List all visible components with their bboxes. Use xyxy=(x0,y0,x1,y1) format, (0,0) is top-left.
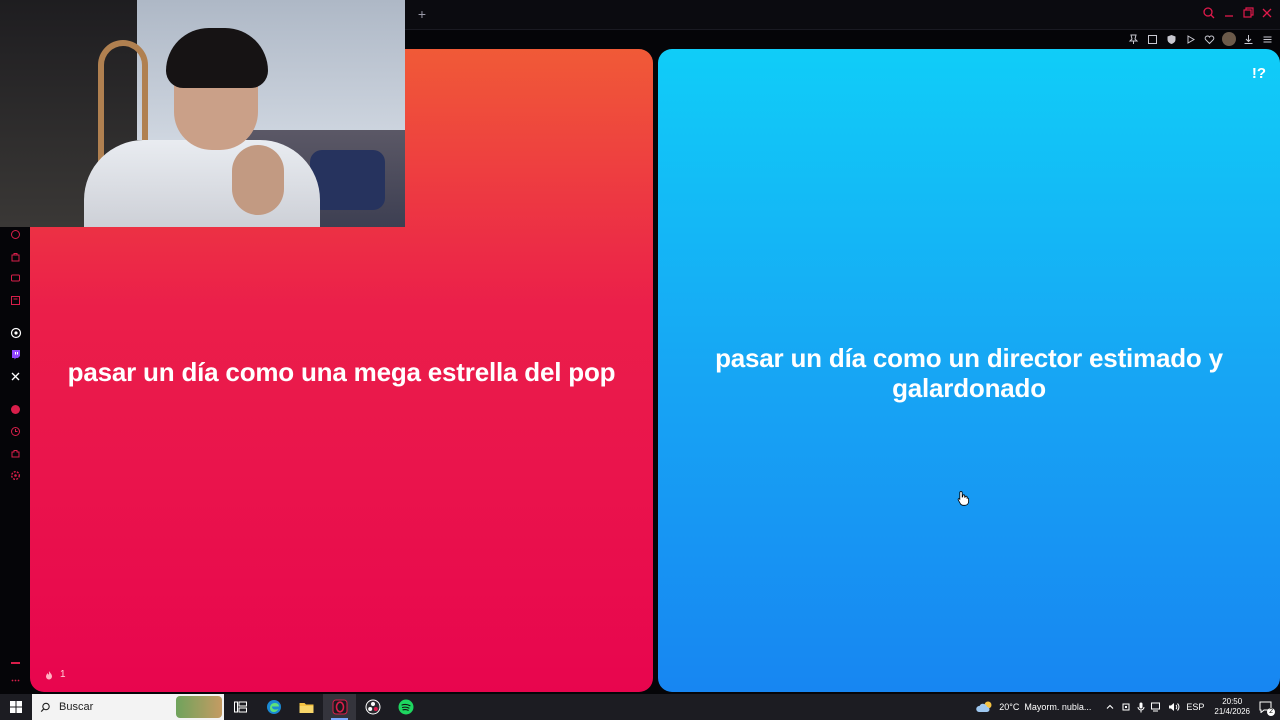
browser-sidebar xyxy=(0,226,30,694)
more-icon[interactable] xyxy=(9,674,22,687)
profile-avatar[interactable] xyxy=(1222,32,1236,46)
menu-icon[interactable] xyxy=(1261,33,1274,46)
shop-icon[interactable] xyxy=(9,250,22,263)
weather-description: Mayorm. nubla... xyxy=(1024,702,1092,712)
flame-icon xyxy=(46,670,52,679)
file-explorer-button[interactable] xyxy=(290,694,323,720)
system-tray: 20°C Mayorm. nubla... ESP 20:50 21/4/202… xyxy=(976,694,1280,720)
network-adapter-icon[interactable] xyxy=(1121,702,1131,712)
extensions-icon[interactable] xyxy=(9,447,22,460)
download-icon[interactable] xyxy=(1242,33,1255,46)
close-icon[interactable] xyxy=(1260,6,1276,22)
likes-count: 1 xyxy=(60,669,66,680)
task-view-icon xyxy=(234,701,247,713)
news-icon[interactable] xyxy=(9,294,22,307)
brand-logo: !? xyxy=(1251,65,1266,82)
opera-gx-icon xyxy=(332,699,347,715)
input-language[interactable]: ESP xyxy=(1186,702,1204,712)
play-icon[interactable] xyxy=(1184,33,1197,46)
option-right-text[interactable]: pasar un día como un director estimado y… xyxy=(658,343,1280,403)
edge-icon xyxy=(266,700,281,714)
windows-taskbar: 20°C Mayorm. nubla... ESP 20:50 21/4/202… xyxy=(0,694,1280,720)
task-view-button[interactable] xyxy=(224,694,257,720)
screenshot-icon[interactable] xyxy=(1146,33,1159,46)
search-icon xyxy=(40,702,50,712)
x-twitter-icon[interactable] xyxy=(9,370,22,383)
shield-icon[interactable] xyxy=(1165,33,1178,46)
screen: + pasar un día como una mega estrella de… xyxy=(0,0,1280,720)
edge-app-button[interactable] xyxy=(257,694,290,720)
settings-icon[interactable] xyxy=(9,469,22,482)
weather-temperature: 20°C xyxy=(999,702,1020,712)
webcam-bag xyxy=(310,150,385,210)
notification-center-button[interactable]: 2 xyxy=(1256,698,1275,716)
chevron-up-icon[interactable] xyxy=(1105,702,1115,712)
gx-logo-icon[interactable] xyxy=(9,656,22,669)
obs-icon xyxy=(365,699,380,715)
hand-cursor-icon xyxy=(957,491,969,506)
spotify-icon xyxy=(398,699,413,715)
taskbar-search-box[interactable] xyxy=(32,694,224,720)
webcam-overlay xyxy=(0,0,405,227)
opera-gx-app-button[interactable] xyxy=(323,694,356,720)
microphone-icon[interactable] xyxy=(1137,702,1145,713)
notification-count: 2 xyxy=(1267,708,1275,716)
restore-icon[interactable] xyxy=(1241,6,1257,22)
music-icon[interactable] xyxy=(9,403,22,416)
volume-icon[interactable] xyxy=(1168,702,1180,712)
browser-toolbar xyxy=(1127,30,1280,48)
speed-dial-icon[interactable] xyxy=(9,228,22,241)
search-icon[interactable] xyxy=(1202,6,1218,22)
spotify-app-button[interactable] xyxy=(389,694,422,720)
start-button[interactable] xyxy=(0,694,32,720)
clock-date: 21/4/2026 xyxy=(1214,707,1250,716)
likes-counter: 1 xyxy=(44,669,66,680)
weather-widget[interactable]: 20°C Mayorm. nubla... xyxy=(976,700,1091,714)
network-icon[interactable] xyxy=(1151,702,1162,712)
pin-icon[interactable] xyxy=(1127,33,1140,46)
cloud-sun-icon xyxy=(976,701,992,712)
webcam-person-hand xyxy=(232,145,284,215)
clock[interactable]: 20:50 21/4/2026 xyxy=(1214,697,1250,717)
windows-logo-icon xyxy=(10,701,22,713)
minimize-icon[interactable] xyxy=(1222,6,1238,22)
chatgpt-icon[interactable] xyxy=(9,326,22,339)
option-left-text[interactable]: pasar un día como una mega estrella del … xyxy=(30,357,653,387)
history-icon[interactable] xyxy=(9,425,22,438)
clock-time: 20:50 xyxy=(1222,697,1243,706)
folder-icon xyxy=(299,702,314,713)
messenger-icon[interactable] xyxy=(9,272,22,285)
heart-icon[interactable] xyxy=(1203,33,1216,46)
webcam-person-shirt xyxy=(84,140,320,227)
search-highlight-image xyxy=(176,696,222,718)
taskbar-search-input[interactable] xyxy=(59,701,159,713)
option-card-right[interactable]: !? pasar un día como un director estimad… xyxy=(658,49,1280,692)
new-tab-button[interactable]: + xyxy=(414,6,430,22)
obs-app-button[interactable] xyxy=(356,694,389,720)
twitch-icon[interactable] xyxy=(9,348,22,361)
